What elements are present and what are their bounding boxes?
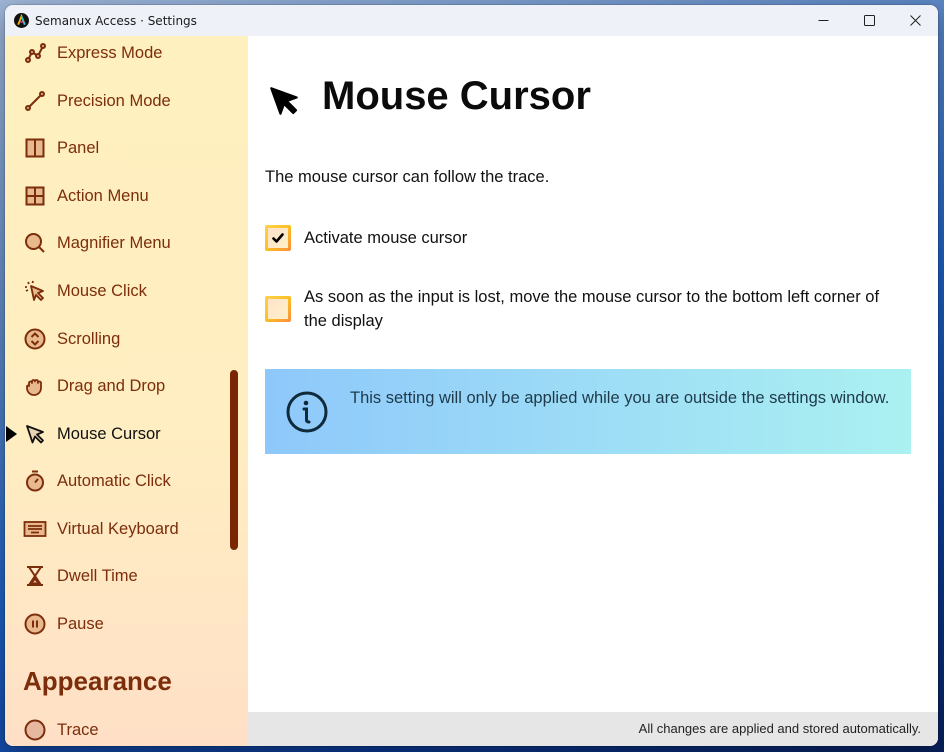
info-text: This setting will only be applied while … <box>350 389 890 407</box>
move-cursor-on-input-lost-checkbox[interactable] <box>265 296 291 322</box>
app-logo-icon <box>14 13 29 28</box>
magnifier-icon <box>25 233 45 253</box>
close-button[interactable] <box>892 5 938 36</box>
sidebar-item-express-mode[interactable]: Express Mode <box>5 36 230 73</box>
precision-mode-icon <box>25 91 45 111</box>
action-menu-icon <box>25 186 45 206</box>
settings-window: Semanux Access · Settings Express Mode P… <box>5 5 938 746</box>
sidebar-item-pause[interactable]: Pause <box>5 604 230 644</box>
panel-icon <box>25 138 45 158</box>
cursor-title-icon <box>270 87 298 115</box>
info-banner: This setting will only be applied while … <box>265 369 911 454</box>
maximize-icon <box>863 15 875 26</box>
page-title: Mouse Cursor <box>322 74 591 118</box>
activate-mouse-cursor-label: Activate mouse cursor <box>304 229 468 247</box>
hand-icon <box>26 379 42 396</box>
option-move-cursor-on-input-lost[interactable]: As soon as the input is lost, move the m… <box>265 285 904 333</box>
info-icon <box>286 391 328 433</box>
sidebar-item-mouse-cursor[interactable]: Mouse Cursor <box>5 414 230 454</box>
sidebar-item-mouse-click[interactable]: Mouse Click <box>5 271 230 311</box>
sidebar-scrollbar-thumb[interactable] <box>230 370 238 550</box>
activate-mouse-cursor-checkbox[interactable] <box>265 225 291 251</box>
close-icon <box>909 15 921 26</box>
active-indicator-icon <box>6 426 17 442</box>
express-mode-icon <box>25 43 46 63</box>
trace-icon <box>24 719 46 741</box>
stopwatch-icon <box>26 470 44 492</box>
title-bar[interactable]: Semanux Access · Settings <box>5 5 938 36</box>
sidebar-item-action-menu[interactable]: Action Menu <box>5 176 230 216</box>
status-footer: All changes are applied and stored autom… <box>248 712 938 746</box>
pause-icon <box>24 613 46 635</box>
sidebar-item-panel[interactable]: Panel <box>5 128 230 168</box>
maximize-button[interactable] <box>846 5 892 36</box>
window-title: Semanux Access · Settings <box>35 13 197 28</box>
sidebar-item-magnifier-menu[interactable]: Magnifier Menu <box>5 223 230 263</box>
keyboard-icon <box>23 521 47 537</box>
scrolling-icon <box>24 328 46 350</box>
sidebar: Express Mode Precision Mode Panel Action… <box>5 36 248 746</box>
minimize-button[interactable] <box>800 5 846 36</box>
sidebar-item-virtual-keyboard[interactable]: Virtual Keyboard <box>5 509 230 549</box>
mouse-click-icon <box>25 280 44 301</box>
sidebar-item-scrolling[interactable]: Scrolling <box>5 319 230 359</box>
main-content: Mouse Cursor The mouse cursor can follow… <box>248 36 938 712</box>
hourglass-icon <box>27 566 43 586</box>
section-heading-appearance: Appearance <box>23 666 172 696</box>
sidebar-item-precision-mode[interactable]: Precision Mode <box>5 81 230 121</box>
sidebar-item-dwell-time[interactable]: Dwell Time <box>5 556 230 596</box>
checkmark-icon <box>272 233 284 243</box>
minimize-icon <box>818 20 828 21</box>
sidebar-item-automatic-click[interactable]: Automatic Click <box>5 461 230 501</box>
option-activate-mouse-cursor[interactable]: Activate mouse cursor <box>265 225 904 251</box>
status-text: All changes are applied and stored autom… <box>638 721 921 736</box>
sidebar-item-drag-and-drop[interactable]: Drag and Drop <box>5 366 230 406</box>
page-description: The mouse cursor can follow the trace. <box>265 168 550 186</box>
move-cursor-on-input-lost-label: As soon as the input is lost, move the m… <box>304 288 880 330</box>
cursor-icon <box>26 425 44 444</box>
sidebar-item-trace[interactable]: Trace <box>5 710 230 746</box>
